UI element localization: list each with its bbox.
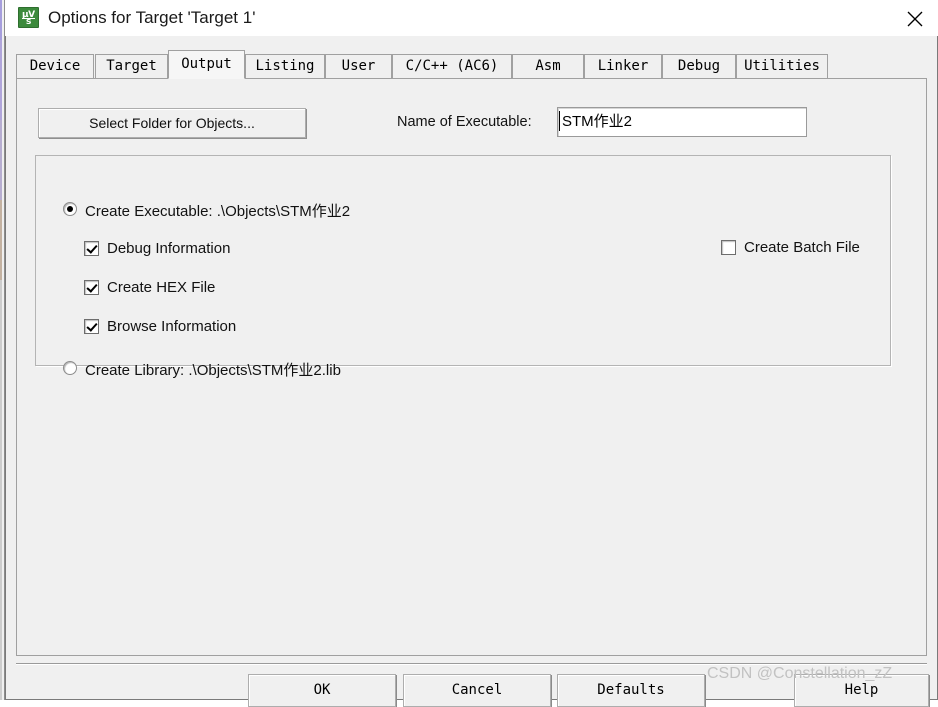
titlebar: µV s Options for Target 'Target 1' <box>5 0 938 37</box>
checkbox-checked-icon <box>84 280 99 295</box>
close-icon <box>907 11 923 27</box>
tab-linker[interactable]: Linker <box>584 54 662 78</box>
parent-window-accent-strip <box>0 0 2 700</box>
name-of-executable-label: Name of Executable: <box>397 114 532 130</box>
uvision-logo-icon: µV s <box>18 7 39 28</box>
select-folder-for-objects-button[interactable]: Select Folder for Objects... <box>38 108 306 138</box>
tab-asm[interactable]: Asm <box>512 54 584 78</box>
create-library-label: Create Library: .\Objects\STM作业2.lib <box>85 362 341 379</box>
create-hex-file-checkbox[interactable]: Create HEX File <box>84 279 215 296</box>
create-executable-label: Create Executable: .\Objects\STM作业2 <box>85 203 351 220</box>
create-library-radio[interactable]: Create Library: .\Objects\STM作业2.lib <box>63 359 341 380</box>
window-title: Options for Target 'Target 1' <box>48 8 256 27</box>
create-batch-file-checkbox[interactable]: Create Batch File <box>721 239 860 256</box>
help-button[interactable]: Help <box>794 674 929 707</box>
debug-information-checkbox[interactable]: Debug Information <box>84 240 230 257</box>
checkbox-checked-icon <box>84 319 99 334</box>
create-batch-file-label: Create Batch File <box>744 239 860 256</box>
tab-debug[interactable]: Debug <box>662 54 736 78</box>
checkbox-unchecked-icon <box>721 240 736 255</box>
tab-c-cpp-ac6[interactable]: C/C++ (AC6) <box>392 54 512 78</box>
ok-button[interactable]: OK <box>248 674 396 707</box>
tab-user[interactable]: User <box>325 54 392 78</box>
radio-unselected-icon <box>63 361 77 375</box>
dialog-body: Device Target Output Listing User C/C++ … <box>5 36 938 707</box>
debug-information-label: Debug Information <box>107 240 231 257</box>
cancel-button[interactable]: Cancel <box>403 674 551 707</box>
tab-output[interactable]: Output <box>168 50 245 79</box>
tab-listing[interactable]: Listing <box>245 54 325 78</box>
text-caret <box>559 111 560 131</box>
browse-information-checkbox[interactable]: Browse Information <box>84 318 236 335</box>
close-button[interactable] <box>892 0 938 34</box>
defaults-button[interactable]: Defaults <box>557 674 705 707</box>
tab-device[interactable]: Device <box>16 54 94 78</box>
name-of-executable-input[interactable]: STM作业2 <box>557 107 807 137</box>
tab-target[interactable]: Target <box>95 54 168 78</box>
options-dialog-window: µV s Options for Target 'Target 1' Device… <box>0 0 938 707</box>
tab-utilities[interactable]: Utilities <box>736 54 828 78</box>
output-options-group: Create Executable: .\Objects\STM作业2 Debu… <box>35 155 891 379</box>
create-executable-radio[interactable]: Create Executable: .\Objects\STM作业2 <box>63 200 350 221</box>
bottom-separator <box>16 663 927 665</box>
create-hex-file-label: Create HEX File <box>107 279 216 296</box>
checkbox-checked-icon <box>84 241 99 256</box>
tab-strip: Device Target Output Listing User C/C++ … <box>16 50 927 79</box>
browse-information-label: Browse Information <box>107 318 237 335</box>
radio-selected-icon <box>63 202 77 216</box>
